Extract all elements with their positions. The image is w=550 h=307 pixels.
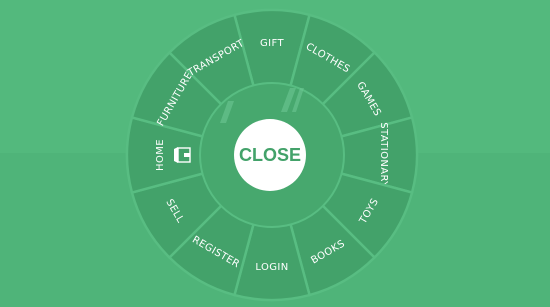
radial-menu: GIFT CLOTHESGAMESSTATIONARYTOYSBOOKSLOGIN… <box>125 8 419 302</box>
close-button[interactable] <box>234 119 306 191</box>
